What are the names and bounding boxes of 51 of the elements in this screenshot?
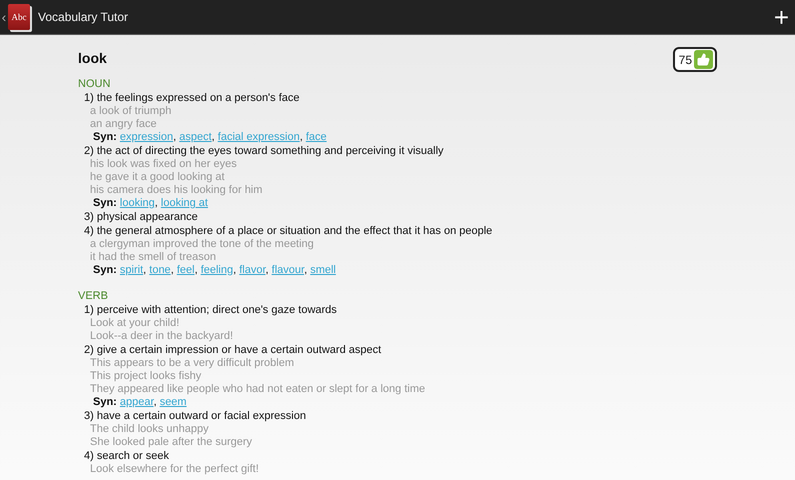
definition: 3) have a certain outward or facial expression [84,410,307,423]
add-icon[interactable]: + [774,4,789,30]
synonym-link[interactable]: seem [160,396,187,408]
synonym-link[interactable]: looking at [160,197,208,209]
synonym-link[interactable]: spirit [120,264,144,276]
synonyms-line: Syn: spirit, tone, feel, feeling, flavor, flavour, smell [92,264,337,277]
synonym-link[interactable]: feel [176,264,195,276]
definition: 3) physical appearance [84,211,199,224]
definition: 2) the act of directing the eyes toward something and perceiving it visually [84,145,445,158]
example-sentence: Look elsewhere for the perfect gift! [89,463,260,476]
example-sentence: it had the smell of treason [89,251,217,264]
part-of-speech: VERB [78,289,109,303]
example-sentence: This project looks fishy [89,370,202,383]
synonym-link[interactable]: flavor [239,264,266,276]
definition: 2) give a certain impression or have a certain outward aspect [84,344,382,357]
example-sentence: She looked pale after the surgery [89,436,254,449]
synonym-link[interactable]: facial expression [218,131,300,143]
back-icon[interactable]: ‹ [0,9,8,25]
example-sentence: Look--a deer in the backyard! [89,330,234,343]
definition: 4) the general atmosphere of a place or situation and the effect that it has on people [84,225,494,238]
synonym-link[interactable]: tone [149,264,171,276]
score: 75 [678,52,692,66]
definition: 1) perceive with attention; direct one's gaze towards [84,304,338,317]
synonym-link[interactable]: smell [310,264,336,276]
example-sentence: his look was fixed on her eyes [89,158,238,171]
synonyms-line: Syn: looking, looking at [92,197,209,210]
example-sentence: They appeared like people who had not eaten or slept for a long time [89,383,426,396]
example-sentence: a clergyman improved the tone of the meeting [89,238,315,251]
example-sentence: The child looks unhappy [89,423,210,436]
synonyms-line: Syn: expression, aspect, facial expression, face [92,131,328,144]
example-sentence: an angry face [89,118,158,131]
synonym-link[interactable]: feeling [200,264,234,276]
synonym-link[interactable]: face [306,131,327,143]
app-title: Vocabulary Tutor [38,10,130,24]
synonym-link[interactable]: aspect [179,131,212,143]
synonym-link[interactable]: looking [120,197,155,209]
thumbs-up-icon [694,50,713,69]
example-sentence: This appears to be a very difficult problem [89,357,296,370]
example-sentence: he gave it a good looking at [89,171,226,184]
example-sentence: his camera does his looking for him [89,184,264,197]
definition: 1) the feelings expressed on a person's face [84,92,301,105]
example-sentence: Look at your child! [89,317,180,330]
definition: 4) search or seek [84,450,170,463]
synonym-link[interactable]: appear [120,396,154,408]
example-sentence: a look of triumph [89,105,172,118]
synonym-link[interactable]: expression [120,131,174,143]
synonyms-line: Syn: appear, seem [92,396,188,409]
app-logo[interactable]: Abc [8,4,30,30]
headword: look [78,50,107,66]
part-of-speech: NOUN [78,77,112,91]
synonym-link[interactable]: flavour [272,264,304,276]
